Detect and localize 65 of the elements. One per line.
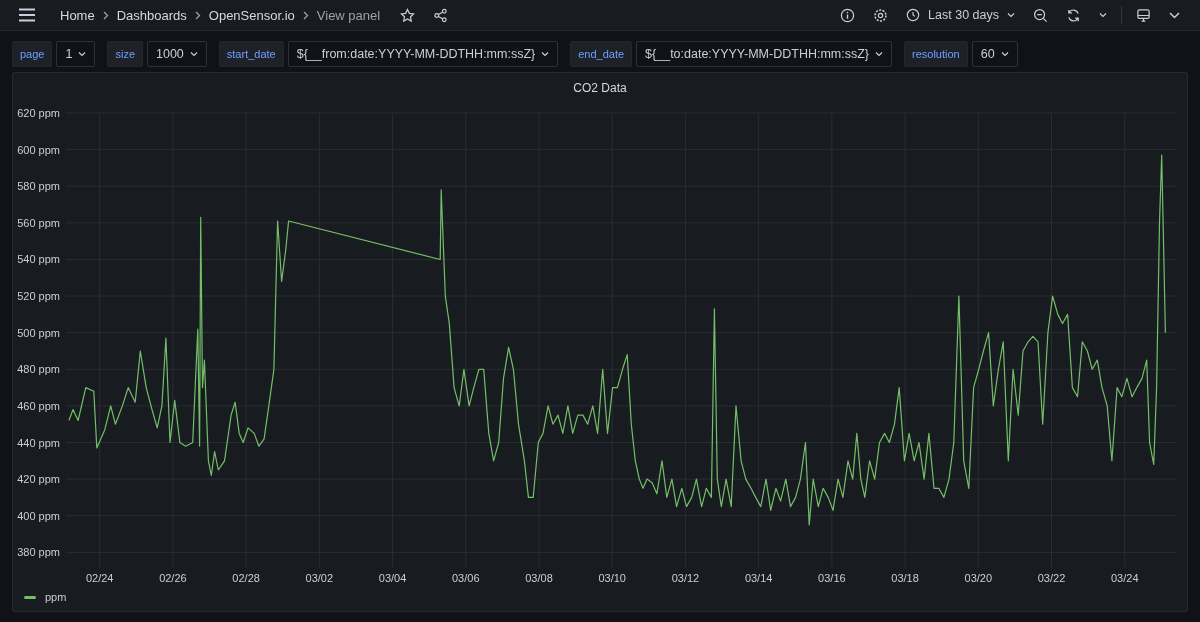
- variable-label: size: [107, 41, 143, 67]
- variable-select[interactable]: 1: [56, 41, 96, 67]
- y-axis-label: 540 ppm: [17, 253, 60, 266]
- clock-icon: [906, 8, 921, 22]
- chevron-right-icon: [302, 10, 309, 20]
- x-axis-label: 03/22: [1037, 572, 1066, 584]
- x-axis-label: 02/26: [159, 572, 187, 584]
- monitor-icon[interactable]: [1136, 7, 1151, 23]
- caret-icon: [78, 51, 87, 57]
- zoom-out-icon[interactable]: [1033, 7, 1048, 23]
- x-axis-label: 03/08: [525, 572, 553, 584]
- caret-icon: [875, 51, 884, 57]
- chevron-down-icon[interactable]: [1169, 11, 1180, 19]
- breadcrumb-link[interactable]: OpenSensor.io: [208, 7, 295, 23]
- caret-icon[interactable]: [1099, 12, 1107, 18]
- x-axis-label: 03/04: [378, 572, 407, 584]
- caret-icon: [541, 51, 550, 57]
- variable-label: start_date: [218, 41, 284, 67]
- caret-icon: [1007, 12, 1015, 18]
- x-axis-label: 03/12: [671, 572, 700, 584]
- y-axis-label: 440 ppm: [17, 436, 60, 449]
- menu-icon[interactable]: [18, 8, 36, 22]
- x-axis-label: 03/20: [964, 572, 993, 584]
- breadcrumb-link[interactable]: View panel: [316, 7, 381, 23]
- y-axis-label: 380 ppm: [17, 546, 60, 559]
- star-icon[interactable]: [400, 7, 416, 23]
- time-range-picker[interactable]: Last 30 days: [902, 8, 1019, 22]
- x-axis-label: 03/16: [818, 572, 846, 584]
- y-axis-label: 620 ppm: [17, 107, 60, 119]
- y-axis-label: 560 ppm: [17, 216, 60, 229]
- x-axis-label: 03/14: [744, 572, 773, 584]
- variable-select[interactable]: 1000: [147, 41, 207, 67]
- y-axis-label: 480 ppm: [17, 363, 60, 376]
- x-axis-label: 03/24: [1111, 572, 1139, 584]
- settings-icon[interactable]: [873, 7, 889, 23]
- breadcrumb-link[interactable]: Home: [60, 7, 95, 23]
- y-axis-label: 600 ppm: [17, 143, 60, 156]
- share-icon[interactable]: [433, 7, 449, 23]
- x-axis-label: 03/02: [305, 572, 334, 584]
- y-axis-label: 400 ppm: [17, 509, 60, 522]
- legend-label[interactable]: ppm: [45, 591, 67, 603]
- y-axis-label: 500 ppm: [17, 326, 60, 339]
- variable-label: resolution: [904, 41, 968, 67]
- y-axis-label: 520 ppm: [17, 290, 60, 303]
- caret-icon: [189, 51, 198, 57]
- chevron-right-icon: [194, 10, 201, 20]
- variable-select[interactable]: ${__to:date:YYYY-MM-DDTHH:mm:ssZ}: [636, 41, 893, 67]
- x-axis-label: 02/24: [85, 572, 114, 584]
- x-axis-label: 02/28: [232, 572, 260, 584]
- variable-select[interactable]: ${__from:date:YYYY-MM-DDTHH:mm:ssZ}: [287, 41, 559, 67]
- caret-icon: [1000, 51, 1009, 57]
- y-axis-label: 580 ppm: [17, 180, 60, 193]
- x-axis-label: 03/06: [452, 572, 480, 584]
- refresh-icon[interactable]: [1066, 7, 1081, 23]
- breadcrumb-link[interactable]: Dashboards: [116, 7, 187, 23]
- x-axis-label: 03/10: [598, 572, 626, 584]
- info-icon[interactable]: [840, 7, 856, 23]
- variable-label: page: [12, 41, 53, 67]
- variable-label: end_date: [570, 41, 633, 67]
- y-axis-label: 420 ppm: [17, 473, 60, 486]
- chevron-right-icon: [102, 10, 109, 20]
- y-axis-label: 460 ppm: [17, 399, 60, 412]
- panel-title: CO2 Data: [573, 81, 627, 95]
- variable-select[interactable]: 60: [971, 41, 1018, 67]
- x-axis-label: 03/18: [891, 572, 919, 584]
